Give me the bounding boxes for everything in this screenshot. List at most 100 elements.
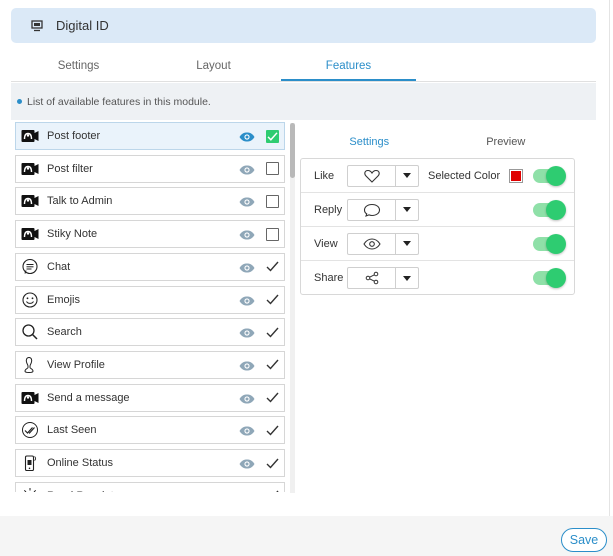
chevron-down-icon[interactable]	[396, 268, 418, 288]
eye-icon[interactable]	[239, 491, 255, 492]
eye-icon[interactable]	[239, 393, 255, 404]
checkbox[interactable]	[266, 227, 279, 241]
setting-row-reply: Reply	[301, 193, 574, 227]
check-icon[interactable]	[266, 391, 279, 404]
eye-icon[interactable]	[239, 196, 255, 207]
checkbox-checked[interactable]	[266, 129, 279, 143]
feature-item[interactable]: View Profile	[15, 350, 285, 379]
feature-list: Post footer Post filter Talk to Admin Stiky…	[15, 122, 285, 492]
speech-bubble-icon	[348, 199, 396, 220]
setting-label: Reply	[314, 203, 343, 216]
monitor-icon	[31, 19, 43, 31]
feature-item[interactable]: Online Status	[15, 449, 285, 477]
features-panel: Digital ID Settings Layout Features List…	[0, 0, 610, 516]
feature-label: Talk to Admin	[47, 195, 113, 208]
feature-item[interactable]: Send a message	[15, 383, 285, 412]
sun-icon	[21, 487, 39, 492]
check-icon[interactable]	[266, 489, 279, 492]
profile-icon	[21, 356, 39, 374]
eye-icon[interactable]	[239, 425, 255, 436]
chevron-down-icon[interactable]	[396, 166, 418, 186]
feature-item[interactable]: Last Seen	[15, 416, 285, 445]
eye-icon[interactable]	[239, 164, 255, 175]
icon-picker[interactable]	[347, 164, 419, 187]
footer-bar	[0, 516, 613, 556]
feature-item[interactable]: Search	[15, 318, 285, 347]
eye-icon[interactable]	[239, 262, 255, 273]
setting-label: Share	[314, 272, 344, 284]
check-icon[interactable]	[266, 358, 279, 371]
eye-icon	[348, 233, 396, 254]
heart-icon	[348, 165, 396, 186]
camera-icon	[21, 160, 39, 178]
feature-label: Post footer	[47, 130, 101, 142]
save-button[interactable]: Save	[561, 528, 607, 552]
eye-icon[interactable]	[239, 360, 255, 371]
reply-toggle[interactable]	[533, 199, 566, 220]
share-toggle[interactable]	[533, 268, 566, 288]
tab-features[interactable]: Features	[281, 53, 416, 81]
setting-row-like: Like Selected Color	[301, 159, 574, 193]
feature-item[interactable]: Talk to Admin	[15, 187, 285, 216]
icon-picker[interactable]	[347, 232, 419, 255]
smiley-icon	[21, 291, 39, 309]
feature-item[interactable]: Post footer	[15, 122, 285, 150]
feature-settings-box: Like Selected Color Reply View Share	[300, 158, 575, 295]
selected-color-label: Selected Color	[428, 169, 501, 182]
eye-icon[interactable]	[239, 327, 255, 338]
chevron-down-icon[interactable]	[396, 200, 418, 220]
tab-detail-settings[interactable]: Settings	[301, 130, 438, 154]
eye-icon[interactable]	[239, 229, 255, 240]
feature-item[interactable]: Chat	[15, 252, 285, 281]
check-icon[interactable]	[266, 293, 279, 306]
phone-status-icon	[21, 454, 39, 472]
feature-item[interactable]: Stiky Note	[15, 220, 285, 249]
setting-row-view: View	[301, 227, 574, 261]
camera-icon	[21, 127, 39, 145]
feature-label: Read Receipts	[47, 490, 239, 492]
check-icon[interactable]	[266, 424, 279, 437]
info-bar: List of available features in this modul…	[11, 83, 596, 120]
setting-label: View	[314, 237, 338, 250]
checkbox[interactable]	[266, 162, 279, 176]
color-swatch[interactable]	[509, 168, 524, 183]
feature-item[interactable]: Post filter	[15, 154, 285, 183]
double-check-icon	[21, 421, 39, 439]
detail-tabs: Settings Preview	[301, 130, 574, 154]
feature-label: Chat	[47, 260, 71, 273]
search-icon	[21, 323, 39, 341]
camera-icon	[21, 389, 39, 407]
feature-label: Send a message	[47, 391, 130, 404]
feature-label: Stiky Note	[47, 228, 98, 241]
info-text: List of available features in this modul…	[27, 95, 211, 108]
feature-list-scrollbar[interactable]	[290, 123, 295, 493]
chat-bubble-icon	[21, 258, 39, 276]
check-icon[interactable]	[266, 326, 279, 339]
tab-settings[interactable]: Settings	[11, 53, 146, 81]
feature-label: Post filter	[47, 162, 93, 175]
tab-layout[interactable]: Layout	[146, 53, 281, 81]
chevron-down-icon[interactable]	[396, 234, 418, 254]
feature-item[interactable]: Read Receipts	[15, 481, 285, 492]
share-icon	[348, 268, 396, 288]
like-toggle[interactable]	[533, 165, 566, 186]
check-icon[interactable]	[266, 260, 279, 273]
eye-icon[interactable]	[239, 458, 255, 469]
feature-label: Emojis	[47, 293, 81, 306]
eye-icon[interactable]	[239, 131, 255, 142]
eye-icon[interactable]	[239, 295, 255, 305]
view-toggle[interactable]	[533, 233, 566, 254]
checkbox[interactable]	[266, 194, 279, 208]
feature-label: View Profile	[47, 358, 105, 371]
icon-picker[interactable]	[347, 198, 419, 221]
scrollbar-thumb[interactable]	[290, 123, 295, 178]
feature-item[interactable]: Emojis	[15, 285, 285, 314]
feature-label: Online Status	[47, 457, 114, 469]
check-icon[interactable]	[266, 457, 279, 470]
icon-picker[interactable]	[347, 267, 419, 289]
feature-label: Last Seen	[47, 424, 97, 437]
tab-detail-preview[interactable]: Preview	[438, 130, 575, 154]
camera-icon	[21, 225, 39, 243]
setting-row-share: Share	[301, 261, 574, 295]
camera-icon	[21, 192, 39, 210]
